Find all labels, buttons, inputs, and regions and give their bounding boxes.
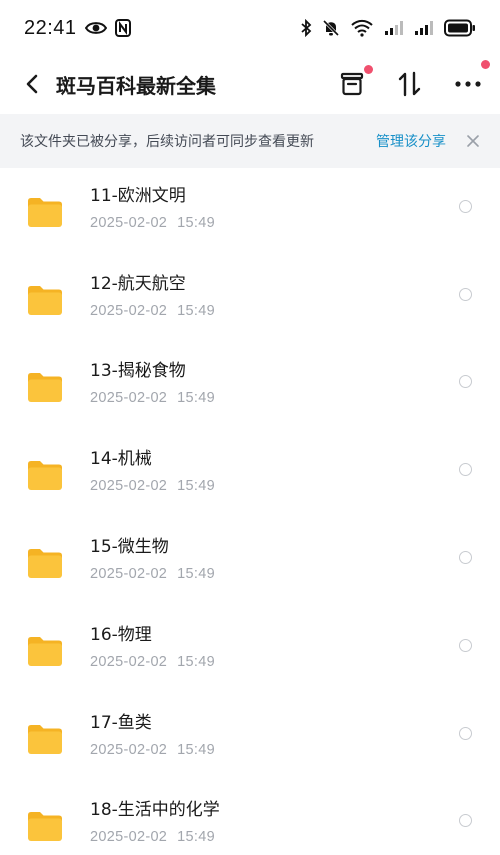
battery-icon (444, 19, 476, 37)
item-date: 2025-02-02 (90, 829, 168, 846)
list-item[interactable]: 17-鱼类 2025-02-02 15:49 (0, 695, 500, 783)
header: 斑马百科最新全集 (0, 56, 500, 112)
nfc-icon (114, 19, 131, 37)
header-actions (334, 60, 490, 102)
item-date: 2025-02-02 (90, 390, 168, 407)
back-button[interactable] (18, 64, 46, 104)
folder-icon (28, 724, 62, 754)
item-date: 2025-02-02 (90, 741, 168, 758)
list-item[interactable]: 13-揭秘食物 2025-02-02 15:49 (0, 344, 500, 432)
item-date: 2025-02-02 (90, 566, 168, 583)
item-name: 13-揭秘食物 (90, 361, 186, 382)
more-button[interactable] (450, 60, 490, 102)
item-text: 16-物理 2025-02-02 15:49 (90, 623, 500, 671)
item-name: 15-微生物 (90, 537, 169, 558)
item-time: 15:49 (177, 478, 215, 495)
item-date: 2025-02-02 (90, 653, 168, 670)
item-meta: 2025-02-02 15:49 (90, 653, 500, 671)
select-checkbox[interactable] (459, 638, 472, 652)
sort-button[interactable] (392, 66, 428, 102)
back-arrow-icon (26, 74, 38, 94)
folder-icon (28, 549, 62, 579)
item-time: 15:49 (177, 653, 215, 670)
item-name: 14-机械 (90, 449, 152, 470)
item-text: 17-鱼类 2025-02-02 15:49 (90, 711, 500, 759)
item-text: 18-生活中的化学 2025-02-02 15:49 (90, 798, 500, 846)
share-banner: 该文件夹已被分享，后续访问者可同步查看更新 管理该分享 (0, 114, 500, 168)
bluetooth-icon (300, 19, 312, 37)
wifi-icon (350, 19, 374, 37)
folder-icon (28, 285, 62, 315)
folder-icon (28, 197, 62, 227)
status-left: 22:41 (24, 17, 131, 40)
item-text: 11-欧洲文明 2025-02-02 15:49 (90, 184, 500, 232)
select-checkbox[interactable] (459, 726, 472, 740)
close-banner-button[interactable] (464, 132, 482, 150)
list-item[interactable]: 14-机械 2025-02-02 15:49 (0, 431, 500, 519)
notification-dot (364, 65, 373, 74)
item-name: 12-航天航空 (90, 273, 186, 294)
item-time: 15:49 (177, 390, 215, 407)
item-text: 13-揭秘食物 2025-02-02 15:49 (90, 359, 500, 407)
status-time: 22:41 (24, 16, 77, 39)
item-date: 2025-02-02 (90, 478, 168, 495)
status-bar: 22:41 (0, 0, 500, 56)
notification-dot (481, 60, 490, 69)
share-notice-text: 该文件夹已被分享，后续访问者可同步查看更新 (20, 134, 314, 150)
select-checkbox[interactable] (459, 551, 472, 565)
item-name: 16-物理 (90, 624, 152, 645)
signal-icon-2 (414, 20, 434, 36)
screen: 22:41 斑马百科最新全集 该文件夹已被分享，后续访问者可同步查看更新 管理该… (0, 0, 500, 855)
item-text: 12-航天航空 2025-02-02 15:49 (90, 272, 500, 320)
item-meta: 2025-02-02 15:49 (90, 214, 500, 232)
item-time: 15:49 (177, 302, 215, 319)
sort-icon (398, 71, 421, 97)
close-icon (467, 135, 479, 147)
archive-icon (340, 72, 364, 96)
item-time: 15:49 (177, 829, 215, 846)
select-checkbox[interactable] (459, 287, 472, 301)
eye-icon (84, 20, 107, 36)
list-item[interactable]: 12-航天航空 2025-02-02 15:49 (0, 256, 500, 344)
file-list: 11-欧洲文明 2025-02-02 15:49 12-航天航空 2025-02-… (0, 168, 500, 855)
more-icon (455, 81, 481, 87)
item-date: 2025-02-02 (90, 214, 168, 231)
list-item[interactable]: 15-微生物 2025-02-02 15:49 (0, 519, 500, 607)
item-name: 17-鱼类 (90, 712, 152, 733)
folder-icon (28, 373, 62, 403)
item-name: 11-欧洲文明 (90, 185, 186, 206)
folder-icon (28, 812, 62, 842)
folder-icon (28, 636, 62, 666)
select-checkbox[interactable] (459, 199, 472, 213)
item-name: 18-生活中的化学 (90, 800, 220, 821)
status-right (300, 19, 476, 37)
archive-button[interactable] (334, 65, 373, 102)
folder-icon (28, 461, 62, 491)
item-meta: 2025-02-02 15:49 (90, 389, 500, 407)
item-meta: 2025-02-02 15:49 (90, 477, 500, 495)
item-meta: 2025-02-02 15:49 (90, 741, 500, 759)
item-time: 15:49 (177, 566, 215, 583)
item-meta: 2025-02-02 15:49 (90, 565, 500, 583)
item-meta: 2025-02-02 15:49 (90, 828, 500, 846)
item-date: 2025-02-02 (90, 302, 168, 319)
list-item[interactable]: 18-生活中的化学 2025-02-02 15:49 (0, 783, 500, 855)
item-time: 15:49 (177, 741, 215, 758)
item-time: 15:49 (177, 214, 215, 231)
page-title: 斑马百科最新全集 (56, 73, 216, 98)
signal-icon (384, 20, 404, 36)
list-item[interactable]: 16-物理 2025-02-02 15:49 (0, 607, 500, 695)
item-meta: 2025-02-02 15:49 (90, 302, 500, 320)
item-text: 14-机械 2025-02-02 15:49 (90, 447, 500, 495)
item-text: 15-微生物 2025-02-02 15:49 (90, 535, 500, 583)
manage-share-link[interactable]: 管理该分享 (376, 131, 446, 151)
mute-icon (322, 19, 340, 37)
list-item[interactable]: 11-欧洲文明 2025-02-02 15:49 (0, 168, 500, 256)
